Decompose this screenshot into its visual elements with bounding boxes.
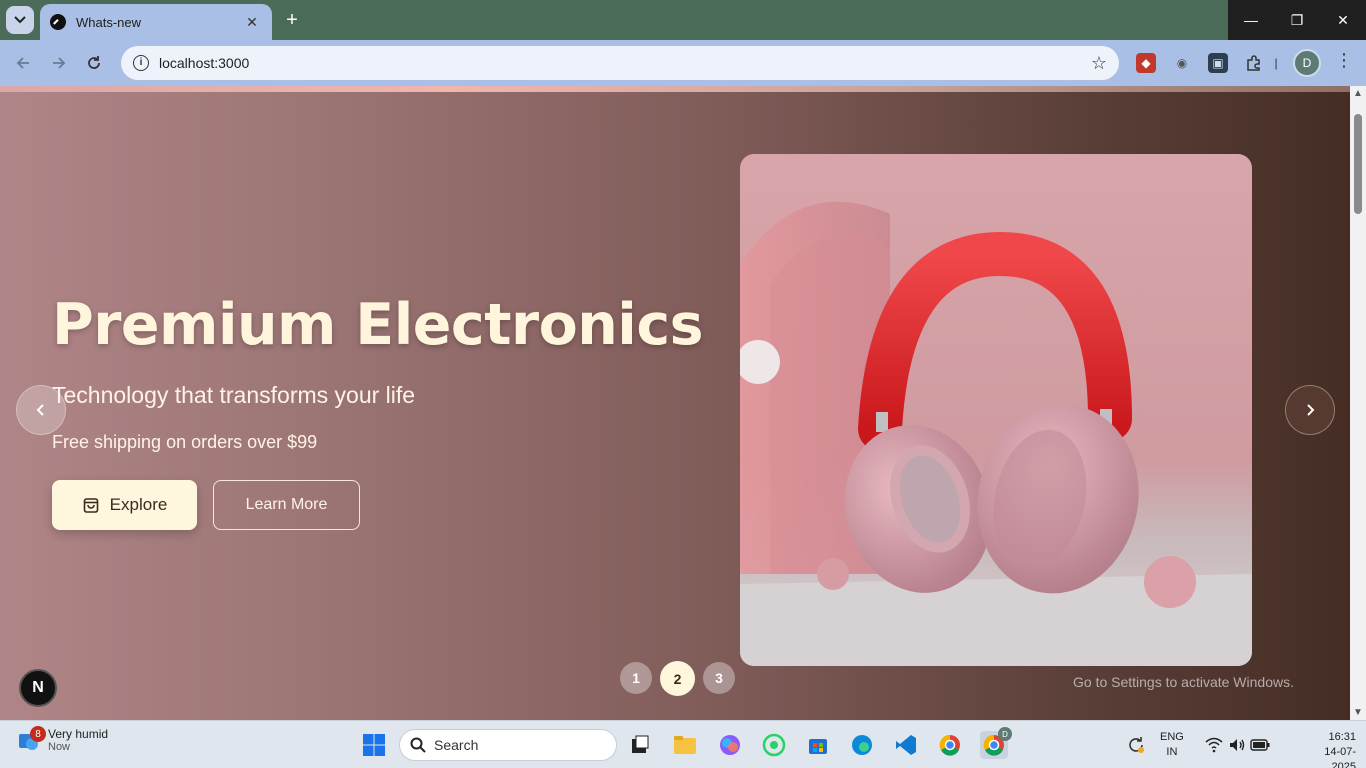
puzzle-icon [1247,55,1260,71]
hero-carousel-slide: Premium Electronics Technology that tran… [0,92,1350,720]
back-button[interactable] [12,52,34,74]
language-indicator[interactable]: ENG IN [1160,730,1184,760]
hero-title: Premium Electronics [52,292,704,358]
clock-time: 16:31 [1328,731,1356,743]
weather-badge: 8 [30,726,46,742]
hero-subtitle: Technology that transforms your life [52,382,416,408]
browser-tabstrip: Whats-new ✕ + — ❐ ✕ [0,0,1366,40]
window-controls: — ❐ ✕ [1228,0,1366,40]
chevron-left-icon [36,404,44,416]
carousel-prev-button[interactable] [16,385,66,435]
new-tab-button[interactable]: + [280,8,304,32]
edge-icon[interactable] [848,731,876,759]
arrow-left-icon [16,57,29,69]
clock-date: 14-07-2025 [1324,746,1356,768]
carousel-pagination: 1 2 3 [620,661,735,696]
weather-icon: 8 [16,726,46,752]
site-info-icon[interactable]: i [133,55,149,71]
battery-icon[interactable] [1246,731,1274,759]
slide-dot-3[interactable]: 3 [703,662,735,694]
reload-button[interactable] [83,52,105,74]
url-text[interactable]: localhost:3000 [159,55,1091,71]
shopping-bag-icon [83,498,98,513]
hero-shipping-note: Free shipping on orders over $99 [52,432,318,452]
slide-dot-2[interactable]: 2 [660,661,695,696]
explore-button-label: Explore [109,495,168,514]
nextjs-favicon-icon [50,14,66,30]
windows-logo-icon [363,734,385,756]
chrome-icon[interactable] [936,731,964,759]
page-scrollbar[interactable]: ▲ ▼ [1350,86,1366,720]
close-window-button[interactable]: ✕ [1320,0,1366,40]
sync-icon[interactable] [1122,731,1150,759]
weather-subtitle: Now [48,741,71,753]
minimize-button[interactable]: — [1228,0,1274,40]
nextjs-dev-badge[interactable]: N [19,669,57,707]
scroll-up-icon[interactable]: ▲ [1353,88,1363,99]
tab-title: Whats-new [76,14,142,30]
microsoft-store-icon[interactable] [804,731,832,759]
extensions-puzzle-icon[interactable] [1244,53,1264,73]
file-explorer-icon[interactable] [671,731,699,759]
carousel-next-button[interactable] [1285,385,1335,435]
copilot-icon[interactable] [716,731,744,759]
windows-taskbar: 8 Very humid Now Search D ENG IN 16:31 1… [0,720,1366,768]
browser-toolbar: i localhost:3000 ☆ ◆ ◉ ▣ | D ⋮ [0,40,1366,86]
reload-icon [88,56,100,69]
system-clock[interactable]: 16:31 14-07-2025 [1306,730,1356,768]
restore-button[interactable]: ❐ [1274,0,1320,40]
headphones-illustration [740,201,1252,666]
task-view-icon[interactable] [626,731,654,759]
page-viewport: Premium Electronics Technology that tran… [0,86,1350,720]
scroll-thumb[interactable] [1354,114,1362,214]
browser-menu-icon[interactable]: ⋮ [1335,50,1353,71]
chrome-profile-icon[interactable]: D [980,727,1012,759]
whatsapp-icon[interactable] [760,731,788,759]
vscode-icon[interactable] [892,731,920,759]
weather-widget[interactable]: 8 Very humid Now [16,726,109,753]
extension-3-icon[interactable]: ▣ [1208,53,1228,73]
search-icon [410,737,426,753]
forward-button[interactable] [48,52,70,74]
tab-close-icon[interactable]: ✕ [242,14,262,31]
language-line1: ENG [1160,731,1184,743]
scroll-down-icon[interactable]: ▼ [1353,707,1363,718]
toolbar-divider: | [1274,56,1278,70]
taskbar-search-label: Search [434,737,479,753]
profile-avatar[interactable]: D [1293,49,1321,77]
bookmark-star-icon[interactable]: ☆ [1091,53,1107,74]
slide-dot-1[interactable]: 1 [620,662,652,694]
language-line2: IN [1166,746,1178,758]
taskbar-search[interactable]: Search [399,729,617,761]
learn-more-button[interactable]: Learn More [213,480,360,530]
product-image [740,154,1252,666]
camera-extension-icon[interactable]: ◉ [1172,53,1192,73]
start-button[interactable] [360,731,388,759]
extension-1-icon[interactable]: ◆ [1136,53,1156,73]
chevron-right-icon [1307,404,1315,416]
windows-activation-notice: Go to Settings to activate Windows. [1073,674,1294,690]
chrome-profile-badge: D [998,727,1012,741]
tab-search-button[interactable] [6,6,34,34]
chevron-down-icon [14,16,26,24]
weather-title: Very humid [48,727,109,741]
arrow-right-icon [53,57,66,69]
address-bar[interactable]: i localhost:3000 ☆ [121,46,1119,80]
browser-tab-active[interactable]: Whats-new ✕ [40,4,272,40]
explore-button[interactable]: Explore [52,480,197,530]
